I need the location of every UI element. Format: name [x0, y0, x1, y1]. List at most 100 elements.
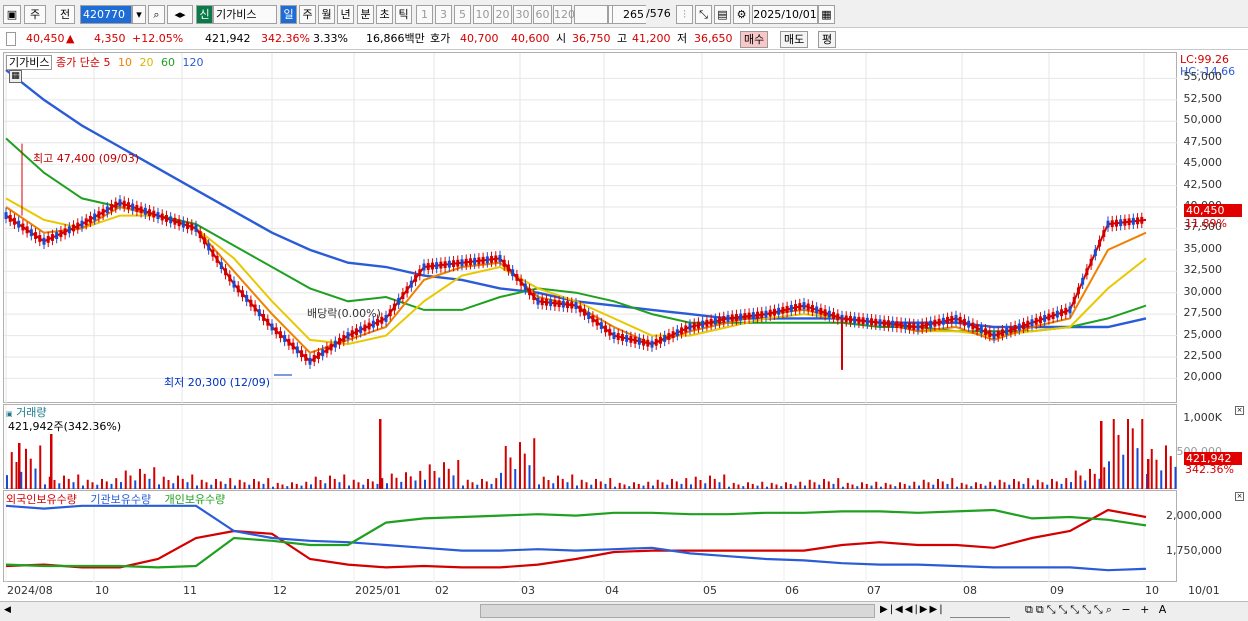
volume-bar	[224, 483, 227, 489]
save-icon[interactable]: ▤	[714, 5, 731, 24]
scroll-thumb[interactable]	[480, 604, 875, 618]
volume-bar	[1003, 482, 1006, 489]
interval-120[interactable]: 120	[553, 5, 575, 24]
eval-button[interactable]: 평	[818, 31, 837, 48]
menu-icon[interactable]: ▣	[3, 5, 21, 24]
volume-bar	[371, 481, 374, 489]
open-label: 시	[556, 32, 567, 45]
candle-body	[456, 259, 460, 267]
candle-body	[1081, 277, 1085, 285]
period-tick-button[interactable]: 틱	[395, 5, 412, 24]
volume-bar	[466, 479, 469, 489]
zoom-slider[interactable]	[950, 604, 1010, 618]
volume-bar	[229, 478, 232, 489]
high-label: 고	[617, 32, 628, 45]
stock-name[interactable]: 기가비스	[213, 5, 277, 24]
gear-icon[interactable]: ⚙	[733, 5, 750, 24]
volume-bar	[599, 481, 602, 489]
low-label: 저	[677, 32, 688, 45]
nav-controls-icon[interactable]: ▶|◀◀|▶▶|	[880, 604, 945, 615]
volume-bar	[894, 486, 897, 489]
legend-stock-name[interactable]: 기가비스	[6, 55, 53, 70]
bid-price: 40,600	[511, 32, 550, 45]
candle-body	[253, 304, 257, 312]
candle-body	[595, 318, 599, 326]
period-minute-button[interactable]: 분	[357, 5, 374, 24]
sound-icon[interactable]: ◂▸	[167, 5, 193, 24]
search-icon[interactable]: ⌕	[148, 5, 165, 24]
interval-custom[interactable]	[574, 5, 608, 24]
buy-button[interactable]: 매수	[740, 31, 769, 48]
candle-body	[671, 331, 675, 339]
period-week-button[interactable]: 주	[299, 5, 316, 24]
period-day-button[interactable]: 일	[280, 5, 297, 24]
candle-body	[861, 317, 865, 325]
interval-20[interactable]: 20	[493, 5, 512, 24]
period-month-button[interactable]: 월	[318, 5, 335, 24]
prev-button[interactable]: 전	[55, 5, 75, 24]
volume-bar	[1046, 484, 1049, 489]
volume-bar	[823, 478, 825, 489]
volume-bar	[656, 479, 659, 489]
volume-chart	[5, 405, 1177, 490]
volume-bar	[960, 482, 963, 489]
candle-body	[270, 323, 274, 331]
interval-10[interactable]: 10	[473, 5, 492, 24]
candle-body	[553, 299, 557, 307]
candle-body	[164, 215, 168, 222]
candle-body	[464, 258, 468, 266]
date-input[interactable]: 2025/10/01	[752, 5, 818, 24]
candle-body	[266, 318, 270, 326]
volume-bar	[851, 484, 854, 489]
volume-panel[interactable]	[3, 404, 1177, 490]
date-label: 10	[95, 584, 109, 597]
volume-bar	[1112, 419, 1115, 489]
volume-bar	[1013, 478, 1015, 489]
period-selector[interactable]: 주	[24, 5, 46, 24]
candle-icon[interactable]: ⫶	[676, 5, 693, 24]
calendar-icon[interactable]: ▦	[818, 5, 835, 24]
candle-body	[262, 314, 266, 321]
volume-bar	[110, 483, 113, 489]
period-year-button[interactable]: 년	[337, 5, 354, 24]
volume-bar	[25, 448, 27, 489]
candle-body	[680, 327, 684, 335]
candle-body	[1068, 306, 1072, 314]
tools-icon[interactable]: ⧉⧉⤡⤡⤡⤡⤡⌕ − + A	[1025, 603, 1169, 617]
close-icon[interactable]: ×	[1235, 406, 1244, 415]
scrollbar[interactable]: ◀ ▶|◀◀|▶▶| ⧉⧉⤡⤡⤡⤡⤡⌕ − + A	[0, 601, 1248, 621]
dropdown-icon[interactable]: ▾	[132, 5, 146, 24]
stock-code-input[interactable]: 420770	[80, 5, 132, 24]
interval-30[interactable]: 30	[513, 5, 532, 24]
candle-body	[1119, 219, 1123, 227]
high-price: 41,200	[632, 32, 671, 45]
volume-bar	[1027, 478, 1030, 489]
interval-60[interactable]: 60	[533, 5, 552, 24]
candle-body	[439, 261, 443, 269]
quote-icon	[6, 32, 16, 46]
candle-body	[764, 310, 768, 318]
interval-5[interactable]: 5	[454, 5, 471, 24]
change-percent: +12.05%	[132, 32, 184, 45]
table-icon[interactable]: ▦	[9, 70, 22, 83]
legend-type: 종가 단순	[55, 56, 100, 69]
candle-body	[388, 309, 392, 317]
volume-bar	[101, 478, 103, 489]
draw-icon[interactable]: ⤡	[695, 5, 712, 24]
price-tick: 20,000	[1183, 370, 1223, 384]
price-panel[interactable]	[3, 52, 1178, 404]
interval-3[interactable]: 3	[435, 5, 452, 24]
volume-bar	[1041, 482, 1044, 489]
volume-bar	[50, 434, 53, 489]
volume-bar	[1008, 484, 1011, 489]
close-icon[interactable]: ×	[1235, 492, 1244, 501]
volume-bar	[870, 485, 873, 489]
sell-button[interactable]: 매도	[780, 31, 809, 48]
candle-body	[1127, 218, 1131, 226]
candle-body	[908, 322, 912, 330]
interval-1[interactable]: 1	[416, 5, 433, 24]
period-second-button[interactable]: 초	[376, 5, 393, 24]
count-input[interactable]: 265	[612, 5, 646, 24]
scroll-left-icon[interactable]: ◀	[4, 605, 11, 615]
volume-bar	[205, 482, 208, 489]
